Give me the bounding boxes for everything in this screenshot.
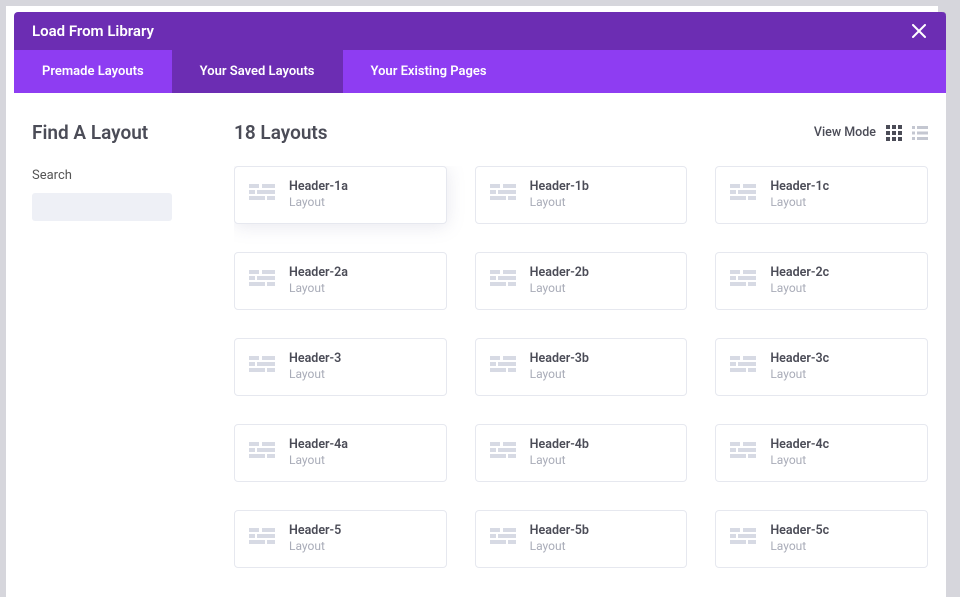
layout-card-subtitle: Layout <box>289 453 348 469</box>
layout-card-text: Header-2cLayout <box>770 265 829 297</box>
search-label: Search <box>32 168 212 183</box>
layout-card[interactable]: Header-1bLayout <box>475 166 688 224</box>
list-view-button[interactable] <box>912 125 928 141</box>
layout-card-text: Header-2aLayout <box>289 265 348 297</box>
layout-card-subtitle: Layout <box>770 453 829 469</box>
grid-view-icon <box>886 125 902 141</box>
layout-card-title: Header-5b <box>530 523 589 539</box>
layout-card-text: Header-5Layout <box>289 523 341 555</box>
close-icon <box>912 24 926 38</box>
main-header: 18 Layouts View Mode <box>234 121 928 144</box>
layout-card[interactable]: Header-2aLayout <box>234 252 447 310</box>
view-mode-label: View Mode <box>814 125 876 140</box>
layout-card[interactable]: Header-3bLayout <box>475 338 688 396</box>
layout-card-subtitle: Layout <box>289 367 341 383</box>
modal-body: Find A Layout Search 18 Layouts View Mod… <box>14 93 946 597</box>
layout-card-title: Header-5 <box>289 523 341 539</box>
layout-card-text: Header-5bLayout <box>530 523 589 555</box>
layout-count: 18 Layouts <box>234 121 328 144</box>
layout-card-subtitle: Layout <box>530 539 589 555</box>
modal-title: Load From Library <box>32 22 154 40</box>
main-area: 18 Layouts View Mode <box>234 121 928 597</box>
layout-thumbnail-icon <box>490 270 516 292</box>
layout-card[interactable]: Header-2cLayout <box>715 252 928 310</box>
layout-card-subtitle: Layout <box>289 195 348 211</box>
layout-card-title: Header-3 <box>289 351 341 367</box>
layout-card[interactable]: Header-5cLayout <box>715 510 928 568</box>
layout-card-title: Header-1a <box>289 179 348 195</box>
layout-thumbnail-icon <box>249 184 275 206</box>
layout-card-subtitle: Layout <box>530 453 589 469</box>
layout-card[interactable]: Header-1aLayout <box>234 166 447 224</box>
layout-card-text: Header-3bLayout <box>530 351 589 383</box>
layout-card-subtitle: Layout <box>770 195 829 211</box>
tab-your-existing-pages[interactable]: Your Existing Pages <box>343 50 515 93</box>
layout-card-subtitle: Layout <box>289 281 348 297</box>
list-view-icon <box>912 125 928 141</box>
layout-grid: Header-1aLayoutHeader-1bLayoutHeader-1cL… <box>234 166 928 588</box>
modal-header: Load From Library <box>14 12 946 50</box>
layout-thumbnail-icon <box>249 356 275 378</box>
layout-thumbnail-icon <box>490 442 516 464</box>
layout-card-title: Header-3b <box>530 351 589 367</box>
layout-card-subtitle: Layout <box>770 367 829 383</box>
layout-thumbnail-icon <box>730 184 756 206</box>
layout-card-subtitle: Layout <box>770 539 829 555</box>
layout-card-text: Header-3Layout <box>289 351 341 383</box>
layout-card-subtitle: Layout <box>770 281 829 297</box>
search-input[interactable] <box>32 193 172 221</box>
layout-card-title: Header-1c <box>770 179 829 195</box>
layout-card-title: Header-2c <box>770 265 829 281</box>
layout-thumbnail-icon <box>730 442 756 464</box>
layout-thumbnail-icon <box>730 528 756 550</box>
layout-card-title: Header-2a <box>289 265 348 281</box>
layout-card[interactable]: Header-5bLayout <box>475 510 688 568</box>
layout-card-text: Header-4bLayout <box>530 437 589 469</box>
layout-thumbnail-icon <box>490 184 516 206</box>
layout-card-subtitle: Layout <box>530 195 589 211</box>
modal-tabs: Premade LayoutsYour Saved LayoutsYour Ex… <box>14 50 946 93</box>
layout-card-subtitle: Layout <box>530 281 589 297</box>
layout-card-text: Header-3cLayout <box>770 351 829 383</box>
layout-thumbnail-icon <box>249 528 275 550</box>
layout-card-title: Header-1b <box>530 179 589 195</box>
layout-card[interactable]: Header-2bLayout <box>475 252 688 310</box>
layout-card[interactable]: Header-5Layout <box>234 510 447 568</box>
layout-thumbnail-icon <box>249 270 275 292</box>
layout-card-text: Header-1bLayout <box>530 179 589 211</box>
grid-view-button[interactable] <box>886 125 902 141</box>
layout-card-title: Header-4b <box>530 437 589 453</box>
layout-card-text: Header-4cLayout <box>770 437 829 469</box>
layout-card-subtitle: Layout <box>289 539 341 555</box>
tab-premade-layouts[interactable]: Premade Layouts <box>14 50 172 93</box>
layout-card-text: Header-5cLayout <box>770 523 829 555</box>
layout-card[interactable]: Header-4aLayout <box>234 424 447 482</box>
layout-thumbnail-icon <box>490 528 516 550</box>
layout-card-title: Header-3c <box>770 351 829 367</box>
sidebar-title: Find A Layout <box>32 121 212 144</box>
layout-thumbnail-icon <box>730 356 756 378</box>
layout-card-subtitle: Layout <box>530 367 589 383</box>
layout-card-text: Header-1cLayout <box>770 179 829 211</box>
layout-card[interactable]: Header-4bLayout <box>475 424 688 482</box>
layout-card[interactable]: Header-3cLayout <box>715 338 928 396</box>
tab-your-saved-layouts[interactable]: Your Saved Layouts <box>172 50 343 93</box>
close-button[interactable] <box>910 22 928 40</box>
view-mode: View Mode <box>814 125 928 141</box>
sidebar: Find A Layout Search <box>32 121 212 597</box>
layout-thumbnail-icon <box>249 442 275 464</box>
layout-card[interactable]: Header-3Layout <box>234 338 447 396</box>
layout-card-text: Header-4aLayout <box>289 437 348 469</box>
layout-card[interactable]: Header-4cLayout <box>715 424 928 482</box>
layout-card-text: Header-2bLayout <box>530 265 589 297</box>
library-modal: Load From Library Premade LayoutsYour Sa… <box>14 12 946 597</box>
layout-card[interactable]: Header-1cLayout <box>715 166 928 224</box>
layout-thumbnail-icon <box>730 270 756 292</box>
layout-card-title: Header-4a <box>289 437 348 453</box>
layout-card-title: Header-2b <box>530 265 589 281</box>
layout-thumbnail-icon <box>490 356 516 378</box>
layout-card-text: Header-1aLayout <box>289 179 348 211</box>
layout-card-title: Header-4c <box>770 437 829 453</box>
layout-card-title: Header-5c <box>770 523 829 539</box>
